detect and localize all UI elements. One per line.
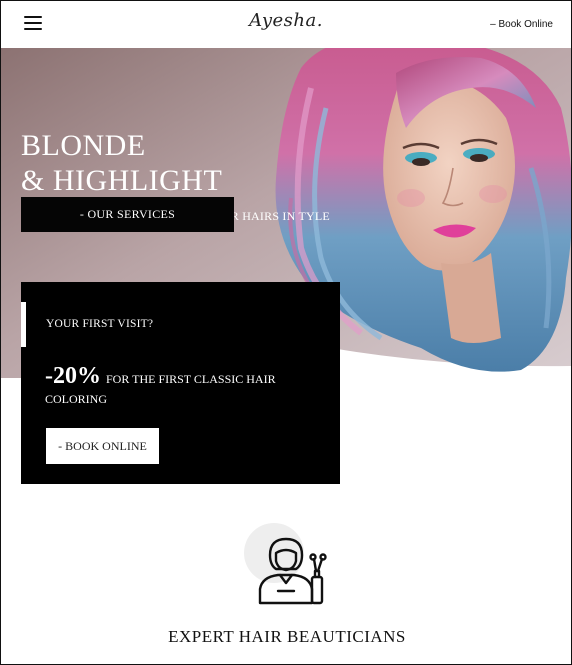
our-services-button[interactable]: - OUR SERVICES (21, 197, 234, 232)
book-online-link[interactable]: – Book Online (490, 19, 553, 30)
site-logo[interactable]: Ayesha. (1, 10, 571, 31)
expert-title: EXPERT HAIR BEAUTICIANS (168, 627, 406, 646)
promo-heading: YOUR FIRST VISIT? (46, 318, 154, 330)
hairdresser-icon (258, 537, 327, 605)
promo-accent-tab (21, 302, 26, 347)
discount-value: -20% (45, 363, 101, 389)
promo-offer: -20% FOR THE FIRST CLASSIC HAIR COLORING (45, 363, 315, 409)
book-online-button[interactable]: - BOOK ONLINE (46, 428, 159, 464)
top-navbar: Ayesha. – Book Online (1, 1, 571, 48)
hero-title-line1: BLONDE (21, 129, 146, 162)
hero-title: BLONDE & HIGHLIGHT (21, 128, 222, 198)
hero-title-line2: & HIGHLIGHT (21, 164, 223, 197)
page-frame: Ayesha. – Book Online BLONDE & HIGHLIGHT… (0, 0, 572, 665)
expert-feature-icon-wrap (244, 523, 334, 605)
first-visit-promo-card: YOUR FIRST VISIT? -20% FOR THE FIRST CLA… (21, 282, 340, 484)
